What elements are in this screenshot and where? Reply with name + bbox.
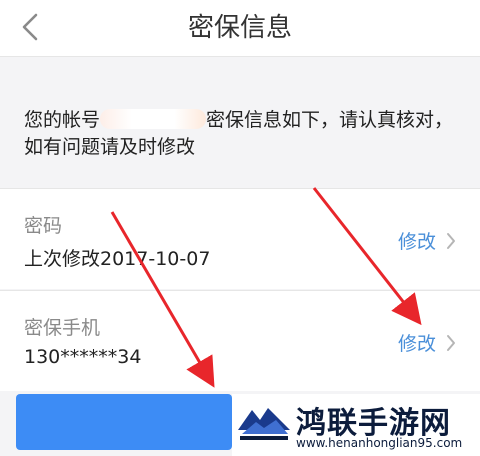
notice-section: 您的帐号 密保信息如下，请认真核对，如有问题请及时修改 xyxy=(0,57,480,187)
notice-prefix: 您的帐号 xyxy=(24,109,101,131)
bull-logo-icon xyxy=(238,408,290,440)
notice-text: 您的帐号 密保信息如下，请认真核对，如有问题请及时修改 xyxy=(24,107,472,161)
password-last-modified: 上次修改2017-10-07 xyxy=(24,248,211,270)
modify-phone-button[interactable]: 修改 xyxy=(398,329,456,356)
watermark-url: www.henanhonglian95.com xyxy=(296,436,463,450)
redacted-account xyxy=(100,109,207,129)
security-phone-label: 密保手机 xyxy=(24,317,101,339)
watermark: 鸿联手游网 www.henanhonglian95.com xyxy=(232,394,480,456)
bottom-action-button[interactable] xyxy=(16,394,232,450)
security-phone-row[interactable]: 密保手机 130******34 修改 xyxy=(0,290,480,391)
password-label: 密码 xyxy=(24,215,63,237)
chevron-right-icon xyxy=(447,232,455,249)
password-row[interactable]: 密码 上次修改2017-10-07 修改 xyxy=(0,188,480,289)
chevron-right-icon xyxy=(447,334,455,351)
modify-password-label: 修改 xyxy=(397,231,436,253)
modify-password-button[interactable]: 修改 xyxy=(398,227,456,254)
top-bar: 密保信息 xyxy=(0,0,480,57)
page-title: 密保信息 xyxy=(187,13,292,43)
modify-phone-label: 修改 xyxy=(397,333,436,355)
security-phone-number: 130******34 xyxy=(24,346,142,368)
